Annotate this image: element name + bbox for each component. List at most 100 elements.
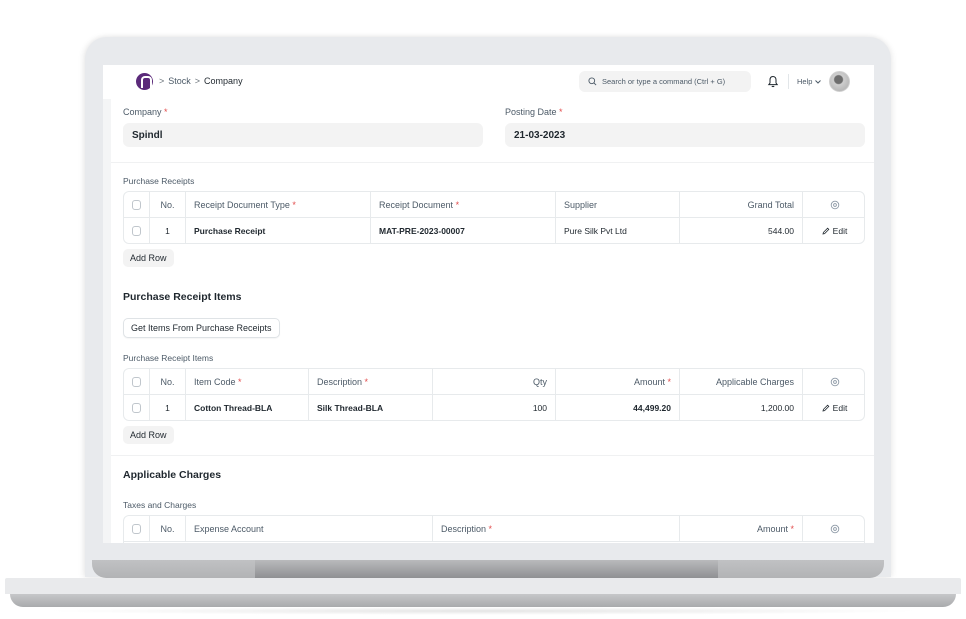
grand-total-cell[interactable]: 544.00 — [680, 218, 803, 243]
purchase-receipts-table: No. Receipt Document Type * Receipt Docu… — [123, 191, 865, 244]
laptop-hinge — [255, 560, 718, 578]
row-select-cell — [124, 395, 150, 420]
column-header: Grand Total — [680, 192, 803, 217]
navbar: > Stock > Company Search or type a comma… — [103, 65, 874, 99]
breadcrumb-stock[interactable]: Stock — [168, 76, 191, 86]
settings-gear-icon[interactable] — [830, 200, 840, 210]
section-divider — [111, 162, 874, 163]
column-settings-cell — [803, 192, 864, 217]
row-select-cell — [124, 218, 150, 243]
purchase-receipt-items-title: Purchase Receipt Items — [123, 291, 242, 303]
posting-date-label-text: Posting Date — [505, 107, 557, 117]
select-all-cell — [124, 192, 150, 217]
supplier-cell[interactable]: Pure Silk Pvt Ltd — [556, 218, 680, 243]
applicable-charges-cell[interactable]: 1,200.00 — [680, 395, 803, 420]
column-header-text: Receipt Document Type — [194, 199, 290, 210]
edit-row-button[interactable]: Edit — [803, 218, 864, 243]
search-icon — [588, 77, 597, 86]
receipt-document-type-cell[interactable]: Purchase Receipt — [186, 218, 371, 243]
required-mark: * — [455, 199, 460, 210]
settings-gear-icon[interactable] — [830, 524, 840, 534]
column-settings-cell — [803, 369, 864, 394]
search-input[interactable]: Search or type a command (Ctrl + G) — [579, 71, 751, 92]
column-header-text: Amount — [633, 376, 665, 387]
column-header: Supplier — [556, 192, 680, 217]
required-mark: * — [559, 107, 563, 117]
required-mark: * — [488, 523, 493, 534]
item-code-cell[interactable]: Cotton Thread-BLA — [186, 395, 309, 420]
company-label: Company * — [123, 107, 168, 117]
row-number: 1 — [150, 395, 186, 420]
bell-icon[interactable] — [767, 75, 779, 88]
edit-label: Edit — [832, 402, 848, 413]
breadcrumb-company[interactable]: Company — [204, 76, 243, 86]
posting-date-label: Posting Date * — [505, 107, 563, 117]
required-mark: * — [292, 199, 296, 210]
settings-gear-icon[interactable] — [830, 377, 840, 387]
pencil-icon — [822, 404, 830, 412]
row-checkbox[interactable] — [132, 402, 141, 413]
column-header-text: Description — [317, 376, 363, 387]
taxes-and-charges-label: Taxes and Charges — [123, 500, 197, 510]
navbar-divider — [788, 74, 789, 89]
table-row[interactable]: 1 Purchase Receipt MAT-PRE-2023-00007 Pu… — [124, 218, 864, 243]
column-header: Expense Account — [186, 516, 433, 541]
purchase-receipt-items-label: Purchase Receipt Items — [123, 353, 214, 363]
company-label-text: Company — [123, 107, 162, 117]
select-all-checkbox[interactable] — [132, 523, 141, 534]
table-header: No. Item Code * Description * Qty Amount… — [124, 369, 864, 395]
edit-action: Edit — [822, 402, 848, 413]
table-header: No. Receipt Document Type * Receipt Docu… — [124, 192, 864, 218]
breadcrumb-separator: > — [194, 76, 201, 86]
screen: > Stock > Company Search or type a comma… — [103, 65, 874, 543]
form-content: Company * Spindl Posting Date * 21-03-20… — [111, 99, 874, 543]
row-checkbox[interactable] — [132, 225, 141, 236]
edit-row-button[interactable]: Edit — [803, 395, 864, 420]
taxes-and-charges-table: No. Expense Account Description * Amount… — [123, 515, 865, 543]
qty-cell[interactable]: 100 — [433, 395, 556, 420]
column-header: Applicable Charges — [680, 369, 803, 394]
column-header: Amount * — [680, 516, 803, 541]
select-all-checkbox[interactable] — [132, 199, 141, 210]
app-logo-icon[interactable] — [136, 73, 153, 90]
applicable-charges-title: Applicable Charges — [123, 469, 222, 481]
edit-action: Edit — [822, 226, 847, 236]
posting-date-field[interactable]: 21-03-2023 — [505, 123, 865, 147]
help-dropdown[interactable]: Help — [797, 77, 822, 86]
select-all-checkbox[interactable] — [132, 376, 141, 387]
user-avatar[interactable] — [829, 71, 850, 92]
table-header: No. Expense Account Description * Amount… — [124, 516, 864, 542]
column-header: Description * — [433, 516, 680, 541]
required-mark: * — [790, 523, 794, 534]
column-header: Description * — [309, 369, 433, 394]
column-header-text: Amount — [756, 523, 788, 534]
laptop-base — [5, 578, 961, 594]
column-header: Item Code * — [186, 369, 309, 394]
help-label: Help — [797, 77, 813, 86]
column-header: No. — [150, 369, 186, 394]
laptop-base-lip — [10, 594, 956, 607]
column-header-text: Item Code — [194, 376, 236, 387]
column-header: Receipt Document Type * — [186, 192, 371, 217]
column-header: No. — [150, 516, 186, 541]
company-field[interactable]: Spindl — [123, 123, 483, 147]
column-header: Receipt Document * — [371, 192, 556, 217]
column-header-text: Receipt Document — [379, 199, 454, 210]
purchase-receipts-label: Purchase Receipts — [123, 176, 195, 186]
table-row[interactable]: 1 Cotton Thread-BLA Silk Thread-BLA 100 … — [124, 395, 864, 420]
add-row-button[interactable]: Add Row — [123, 426, 174, 444]
receipt-document-cell[interactable]: MAT-PRE-2023-00007 — [371, 218, 556, 243]
add-row-button[interactable]: Add Row — [123, 249, 174, 267]
row-number: 1 — [150, 218, 186, 243]
amount-cell[interactable]: 44,499.20 — [556, 395, 680, 420]
required-mark: * — [364, 376, 369, 387]
pencil-icon — [822, 227, 830, 235]
required-mark: * — [164, 107, 168, 117]
required-mark: * — [238, 376, 242, 387]
get-items-button[interactable]: Get Items From Purchase Receipts — [123, 318, 280, 338]
description-cell[interactable]: Silk Thread-BLA — [309, 395, 433, 420]
column-header: No. — [150, 192, 186, 217]
breadcrumb-separator: > — [159, 76, 165, 86]
column-header-text: Description — [441, 523, 487, 534]
laptop-shadow — [40, 607, 926, 615]
